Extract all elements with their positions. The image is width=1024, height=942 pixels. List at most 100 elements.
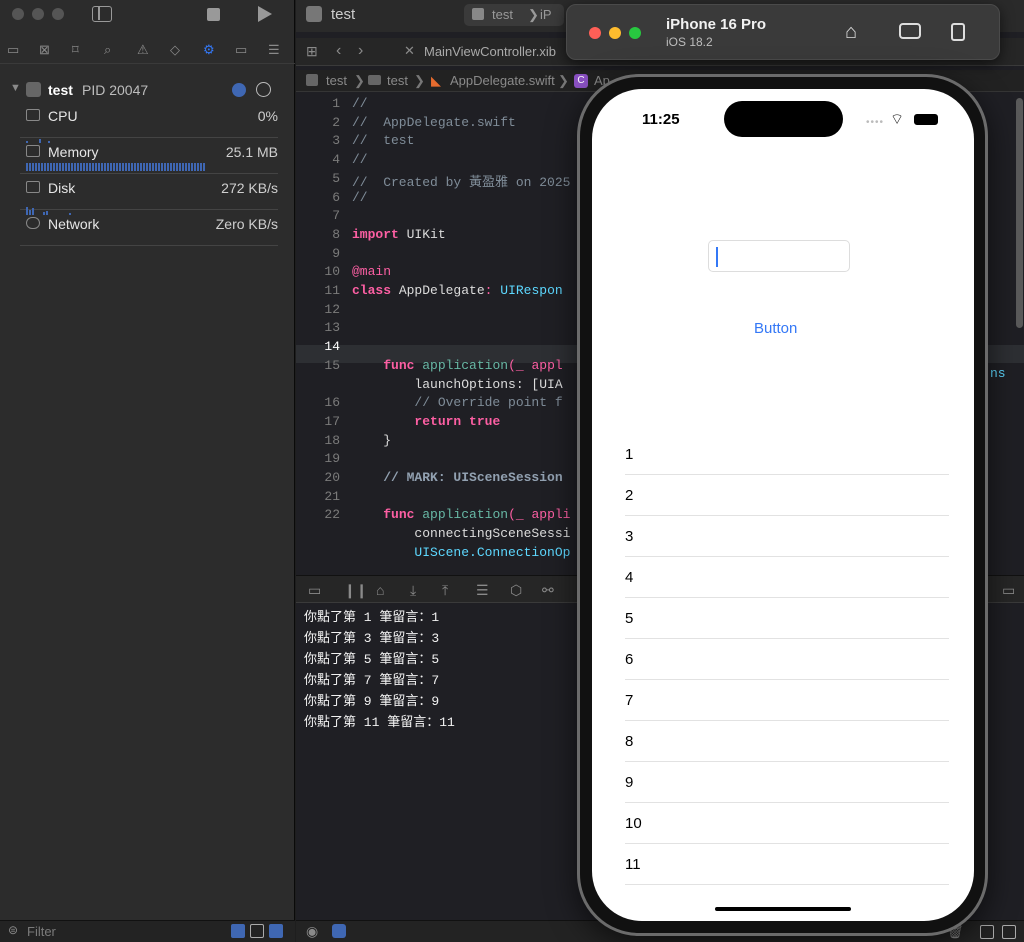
table-row[interactable]: 11 [625, 844, 949, 885]
step-into-icon[interactable]: ⤓ [410, 583, 416, 597]
step-out-icon[interactable]: ⤒ [442, 583, 448, 597]
disk-icon [26, 181, 40, 193]
memory-graph-icon[interactable]: ⬡ [510, 583, 522, 597]
forward-chevron-icon[interactable]: › [358, 43, 363, 59]
gauge-value: 0% [257, 108, 278, 124]
right-panel-toggle-icon[interactable] [1002, 925, 1016, 939]
scheme-selector[interactable]: test ❯ iP [464, 4, 564, 26]
eye-icon[interactable]: ◉ [306, 924, 318, 938]
jump-file[interactable]: AppDelegate.swift [450, 73, 555, 88]
gauge-cpu[interactable]: CPU 0% [20, 102, 278, 143]
filter-toggle-icon[interactable] [231, 924, 245, 938]
line-number: 16 [324, 395, 340, 411]
stop-icon[interactable] [207, 8, 220, 21]
table-row[interactable]: 8 [625, 721, 949, 762]
gauge-disk[interactable]: Disk 272 KB/s [20, 174, 278, 215]
jump-group[interactable]: test [387, 73, 408, 88]
zoom-window-button[interactable] [629, 27, 641, 39]
code-line: func application(_ appl [383, 357, 563, 373]
pause-icon[interactable]: ❙❙ [344, 583, 367, 597]
table-row[interactable]: 9 [625, 762, 949, 803]
table-row[interactable]: 3 [625, 516, 949, 557]
gauge-network[interactable]: Network Zero KB/s [20, 210, 278, 246]
code-line: // Created by 黃盈雅 on 2025 [352, 174, 571, 190]
info-icon[interactable] [232, 83, 246, 97]
zoom-window-button[interactable] [52, 8, 64, 20]
source-control-icon[interactable]: ⊠ [39, 42, 50, 58]
line-number: 4 [332, 152, 340, 168]
gauge-value: 272 KB/s [221, 180, 278, 196]
table-row[interactable]: 6 [625, 639, 949, 680]
battery-icon [914, 114, 938, 125]
table-row[interactable]: 7 [625, 680, 949, 721]
button[interactable]: Button [754, 320, 797, 337]
disclosure-chevron-icon[interactable]: ▼ [10, 83, 21, 94]
minimize-window-button[interactable] [609, 27, 621, 39]
bookmark-icon[interactable]: ⌑ [72, 42, 79, 58]
sidebar-toolbar [0, 0, 295, 32]
close-window-button[interactable] [12, 8, 24, 20]
hide-debug-area-icon[interactable]: ▭ [308, 583, 321, 597]
table-row[interactable]: 10 [625, 803, 949, 844]
report-icon[interactable]: ☰ [268, 42, 280, 58]
table-row[interactable]: 2 [625, 475, 949, 516]
gauge-memory[interactable]: Memory 25.1 MB [20, 138, 278, 174]
separator-chevron-icon: ❯ [558, 73, 569, 88]
split-console-icon[interactable]: ▭ [1002, 583, 1015, 597]
environment-icon[interactable]: ⚯ [542, 583, 554, 597]
code-line: @main [352, 264, 392, 280]
thread-icon[interactable] [256, 82, 271, 97]
editor-scrollbar[interactable] [1016, 98, 1023, 328]
table-row-label: 5 [625, 610, 634, 627]
back-chevron-icon[interactable]: ‹ [336, 43, 341, 59]
table-row[interactable]: 5 [625, 598, 949, 639]
minimize-window-button[interactable] [32, 8, 44, 20]
simulator-title-bar[interactable]: iPhone 16 Pro iOS 18.2 ⌂ [566, 4, 1000, 60]
close-window-button[interactable] [589, 27, 601, 39]
debug-navigator-icon[interactable]: ⚙ [203, 42, 215, 58]
home-icon[interactable]: ⌂ [845, 21, 857, 44]
line-number: 6 [332, 189, 340, 205]
code-line: import UIKit [352, 226, 446, 242]
filter-toggle-icon[interactable] [250, 924, 264, 938]
tab-mainviewcontroller[interactable]: MainViewController.xib [424, 44, 556, 59]
text-field[interactable] [708, 240, 850, 272]
code-line: // [352, 152, 368, 168]
jump-project[interactable]: test [326, 73, 347, 88]
process-row[interactable]: ▼ test PID 20047 [8, 80, 288, 100]
view-hierarchy-icon[interactable]: ☰ [476, 583, 489, 597]
test-navigator-icon[interactable]: ◇ [170, 42, 180, 58]
project-navigator-icon[interactable]: ▭ [7, 42, 19, 58]
left-panel-toggle-icon[interactable] [980, 925, 994, 939]
find-icon[interactable]: ⌕ [104, 42, 111, 58]
table-row-label: 8 [625, 733, 634, 750]
issue-icon[interactable]: ⚠ [137, 42, 149, 58]
breakpoint-icon[interactable]: ▭ [235, 42, 247, 58]
scheme-title: test [331, 6, 356, 23]
table-row[interactable]: 4 [625, 557, 949, 598]
sidebar-toggle-icon[interactable] [92, 6, 112, 22]
filter-input[interactable]: Filter [27, 924, 56, 939]
line-number: 21 [324, 488, 340, 504]
home-indicator[interactable] [715, 907, 851, 911]
table-row-label: 6 [625, 651, 634, 668]
rotate-icon[interactable] [951, 23, 965, 41]
table-row[interactable]: 1 [625, 434, 949, 475]
cpu-sparkline [26, 125, 51, 143]
run-icon[interactable] [258, 6, 272, 22]
device-label: iP [540, 7, 552, 22]
table-row-label: 7 [625, 692, 634, 709]
variables-toggle-icon[interactable] [332, 924, 346, 938]
line-number: 12 [324, 301, 340, 317]
grid-icon[interactable]: ⊞ [306, 44, 318, 58]
step-over-icon[interactable]: ⌂ [376, 583, 384, 597]
dynamic-island [724, 101, 843, 137]
class-icon: C [574, 74, 588, 88]
memory-icon [26, 145, 40, 157]
overflow-text: ns [990, 366, 1006, 381]
line-number: 17 [324, 413, 340, 429]
line-number: 8 [332, 226, 340, 242]
line-number: 2 [332, 114, 340, 130]
filter-toggle-icon[interactable] [269, 924, 283, 938]
screenshot-icon[interactable] [899, 23, 921, 39]
